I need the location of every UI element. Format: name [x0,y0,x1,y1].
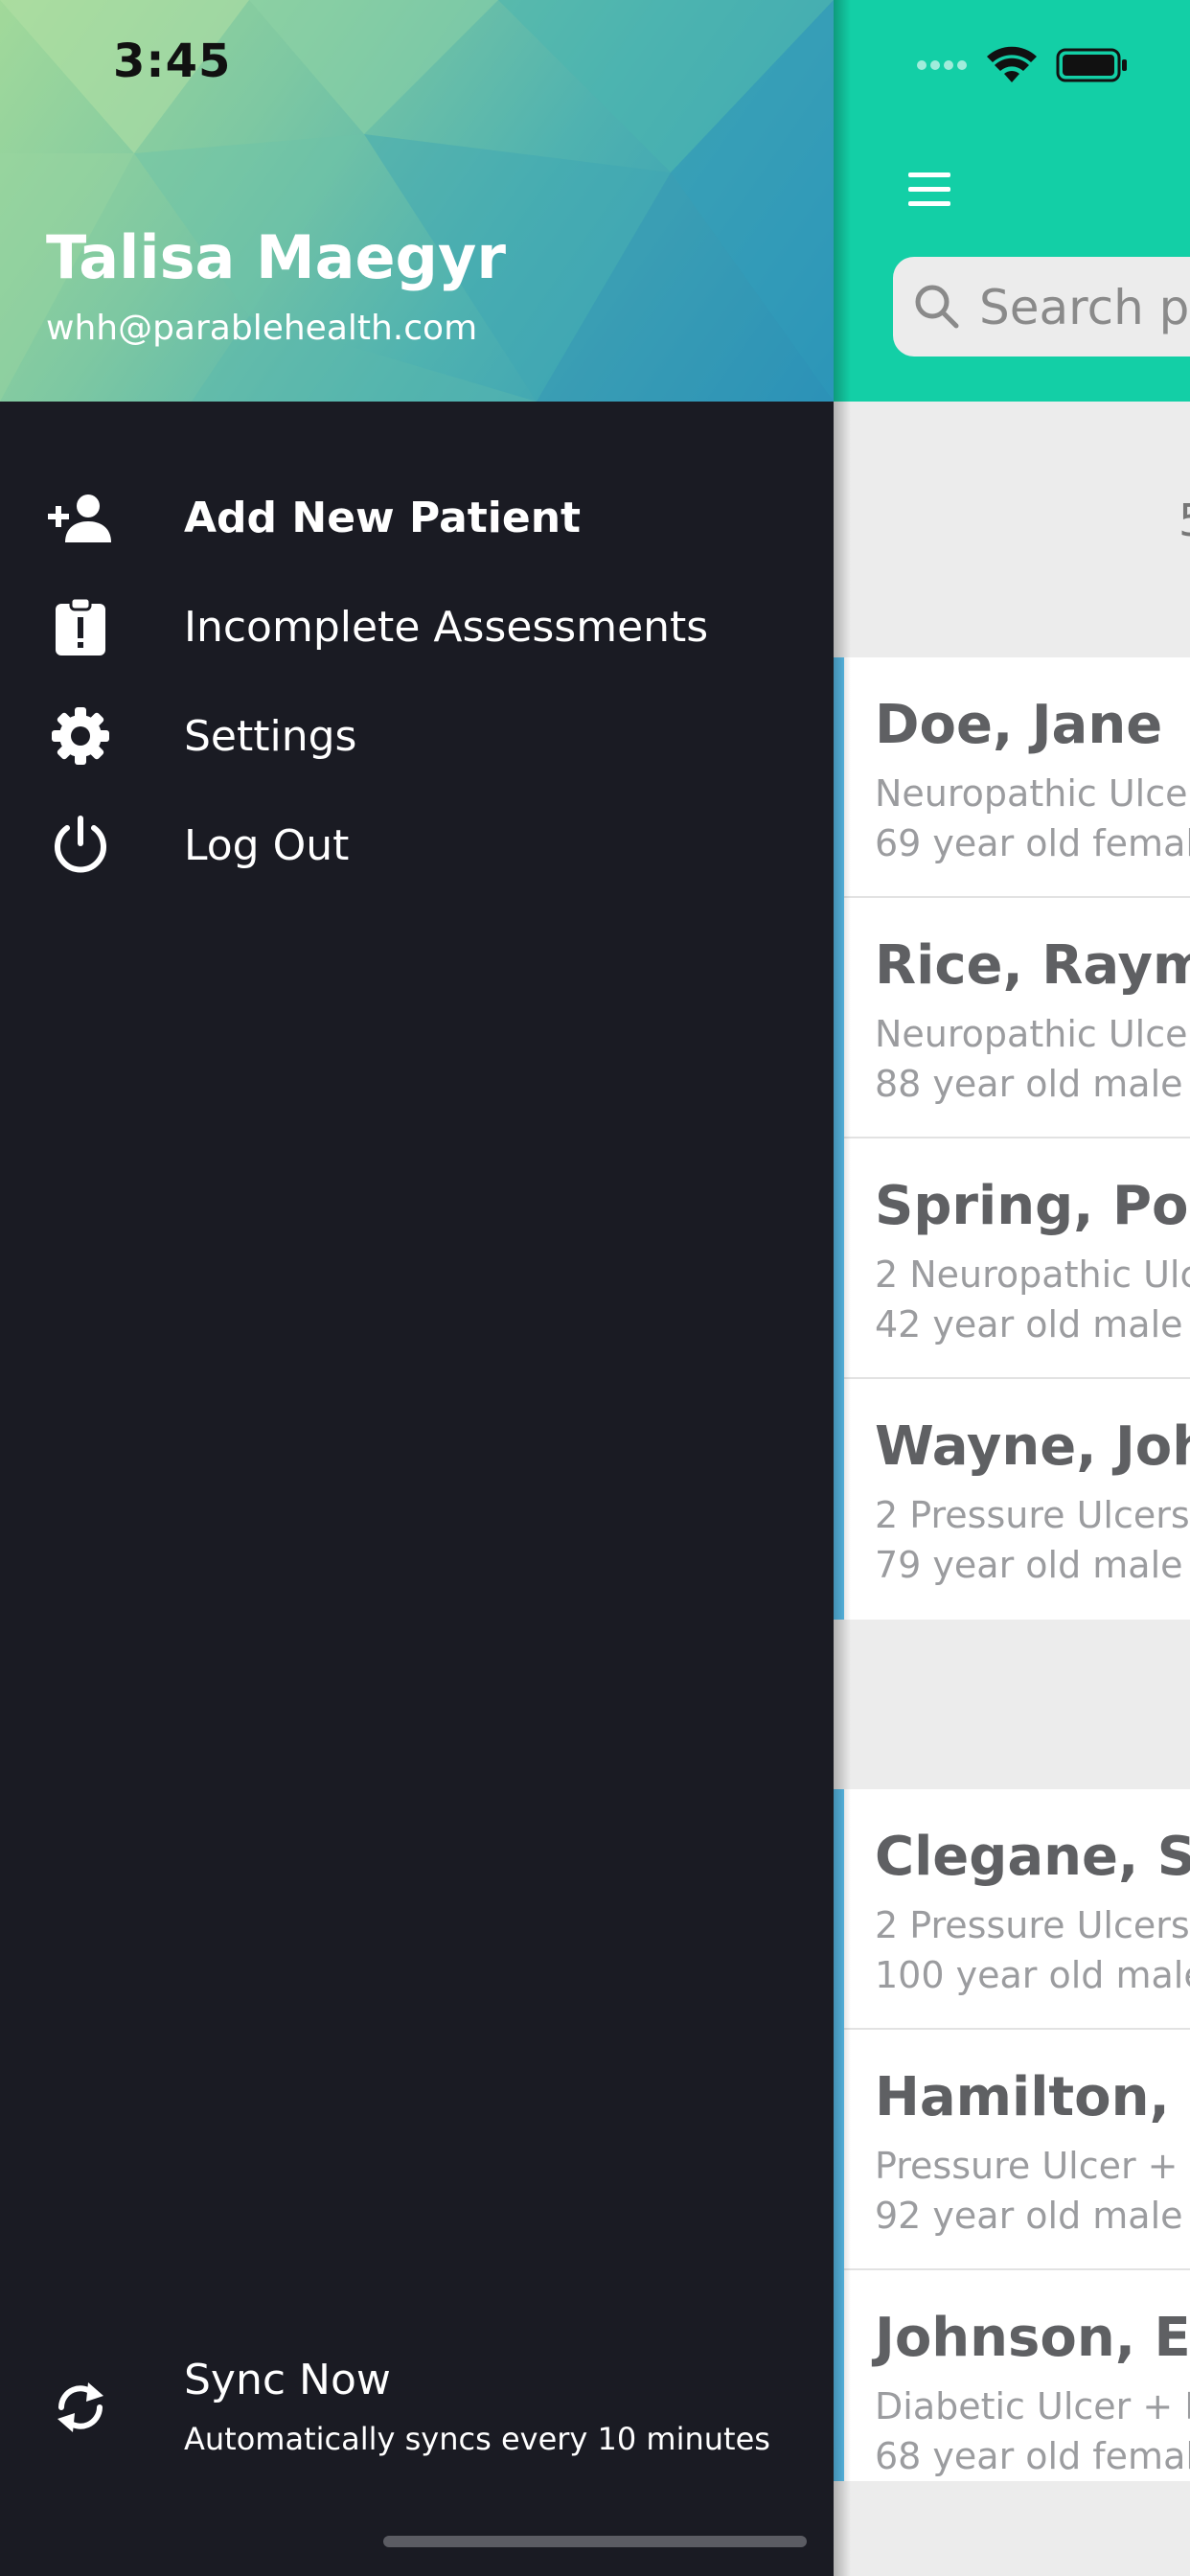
patient-condition: 2 Pressure Ulcers + [875,1494,1190,1536]
gear-icon [46,702,115,770]
clipboard-alert-icon [46,592,115,661]
status-icons [916,44,1129,86]
patient-name: Rice, Raymor [875,934,1190,997]
battery-icon [1056,48,1127,82]
patient-card[interactable]: Johnson, Emr Diabetic Ulcer + Pr 68 year… [844,2270,1190,2481]
wifi-icon [987,46,1037,82]
patient-age: 69 year old female [875,822,1190,864]
search-icon [915,285,959,329]
patient-name: Spring, Polar [875,1175,1190,1237]
patient-group: Doe, Jane Neuropathic Ulcer 69 year old … [834,657,1190,1620]
status-time: 3:45 [113,34,232,88]
patient-age: 92 year old male [875,2195,1183,2237]
sync-icon [46,2373,115,2442]
menu-item-incomplete-assessments[interactable]: Incomplete Assessments [0,579,834,675]
patient-condition: Diabetic Ulcer + Pr [875,2385,1190,2427]
patient-condition: 2 Neuropathic Ulce [875,1254,1190,1296]
add-user-icon [46,483,115,552]
drawer-shadow [834,0,851,2576]
patient-name: Hamilton, Ru [875,2066,1190,2128]
menu-item-label: Add New Patient [184,493,582,542]
app-header: Search pa [834,0,1190,402]
sync-title: Sync Now [184,2356,391,2404]
patient-condition: 2 Pressure Ulcers + [875,1904,1190,1946]
menu-item-label: Settings [184,711,357,761]
home-indicator[interactable] [383,2536,807,2547]
patient-condition: Pressure Ulcer + 2 [875,2145,1190,2187]
patient-name: Johnson, Emr [875,2307,1190,2369]
patient-card[interactable]: Wayne, John 2 Pressure Ulcers + 79 year … [844,1379,1190,1620]
hamburger-menu-icon[interactable] [903,167,956,213]
patient-card[interactable]: Spring, Polar 2 Neuropathic Ulce 42 year… [844,1138,1190,1379]
user-name: Talisa Maegyr [46,222,506,292]
section-header-count: 5 [1179,494,1190,546]
patient-age: 68 year old female [875,2435,1190,2477]
patient-group: Clegane, San 2 Pressure Ulcers + 100 yea… [834,1789,1190,2481]
signal-icon [917,60,967,70]
patient-list-screen: Search pa 5 Doe, Jane Neuropathic Ulcer … [834,0,1190,2576]
menu-item-log-out[interactable]: Log Out [0,797,834,893]
navigation-drawer: 3:45 Talisa Maegyr whh@parablehealth.com… [0,0,834,2576]
patient-age: 79 year old male [875,1544,1183,1586]
sync-subtitle: Automatically syncs every 10 minutes [184,2421,770,2457]
search-input[interactable]: Search pa [893,257,1190,356]
drawer-header: 3:45 Talisa Maegyr whh@parablehealth.com [0,0,834,402]
user-email: whh@parablehealth.com [46,309,478,348]
menu-item-label: Log Out [184,820,350,870]
menu-item-label: Incomplete Assessments [184,602,709,652]
patient-card[interactable]: Rice, Raymor Neuropathic Ulcer 88 year o… [844,898,1190,1138]
search-placeholder: Search pa [979,280,1190,335]
patient-card[interactable]: Clegane, San 2 Pressure Ulcers + 100 yea… [844,1789,1190,2030]
sync-now-button[interactable]: Sync Now Automatically syncs every 10 mi… [0,2338,834,2472]
patient-card[interactable]: Hamilton, Ru Pressure Ulcer + 2 92 year … [844,2030,1190,2270]
patient-age: 100 year old male [875,1954,1190,1996]
patient-name: Wayne, John [875,1415,1190,1478]
patient-age: 88 year old male [875,1063,1183,1105]
power-icon [46,811,115,880]
patient-age: 42 year old male [875,1303,1183,1346]
patient-condition: Neuropathic Ulcer [875,772,1190,815]
patient-card[interactable]: Doe, Jane Neuropathic Ulcer 69 year old … [844,657,1190,898]
menu-item-settings[interactable]: Settings [0,688,834,784]
patient-condition: Neuropathic Ulcer [875,1013,1190,1055]
patient-name: Clegane, San [875,1826,1190,1888]
patient-name: Doe, Jane [875,694,1163,756]
menu-item-add-new-patient[interactable]: Add New Patient [0,470,834,565]
